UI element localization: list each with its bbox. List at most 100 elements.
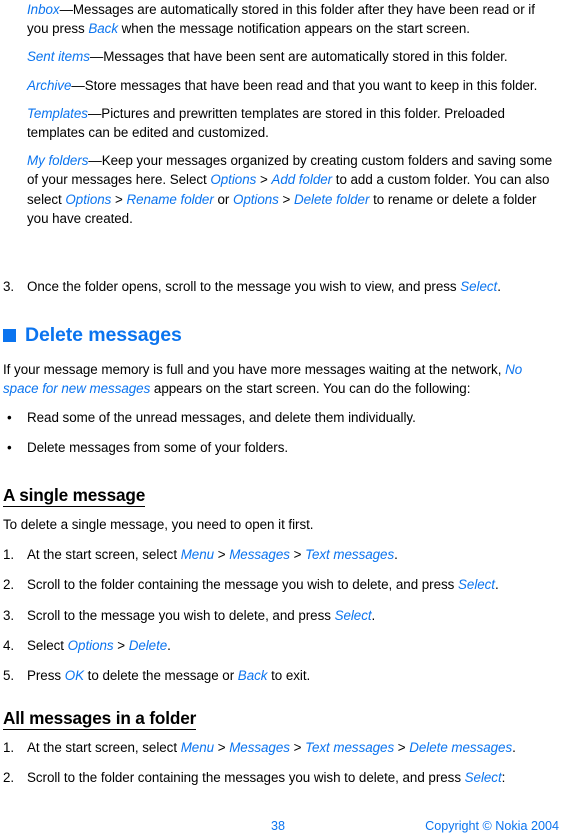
folder-definitions-block: Inbox—Messages are automatically stored … xyxy=(3,0,559,228)
numbered-list-all-messages: 1. At the start screen, select Menu > Mes… xyxy=(3,738,559,787)
all-messages-folder-body: 1. At the start screen, select Menu > Mes… xyxy=(3,738,559,787)
definition-text: Store messages that have been read and t… xyxy=(84,77,538,93)
ui-term-select: Select xyxy=(334,607,372,623)
list-marker: 3. xyxy=(3,279,15,294)
page-footer: 38 Copyright © Nokia 2004 xyxy=(0,818,562,838)
list-marker: 5. xyxy=(3,668,15,684)
section-title: A single message xyxy=(3,485,146,507)
definition-dash: — xyxy=(71,77,85,93)
page-title: Delete messages xyxy=(25,324,182,346)
definition-my-folders: My folders—Keep your messages organized … xyxy=(3,151,559,228)
ui-term-delete-folder: Delete folder xyxy=(293,191,370,207)
bullet-text: Delete messages from some of your folder… xyxy=(27,440,289,456)
intro-text: If your message memory is full and you h… xyxy=(3,362,506,377)
definition-text-tail: when the message notification appears on… xyxy=(117,21,470,37)
document-page: Inbox—Messages are automatically stored … xyxy=(0,0,562,838)
ui-term-messages: Messages xyxy=(229,547,290,563)
step-text: At the start screen, select xyxy=(27,740,181,755)
ui-term-ok: OK xyxy=(64,668,84,684)
list-item: 1. At the start screen, select Menu > Mes… xyxy=(3,738,559,757)
list-item: 1. At the start screen, select Menu > Mes… xyxy=(3,545,559,564)
section-heading-all-messages-in-a-folder: All messages in a folder xyxy=(3,708,559,730)
ui-term-menu: Menu xyxy=(180,740,215,755)
numbered-list-single-message: 1. At the start screen, select Menu > Mes… xyxy=(3,545,559,685)
definition-dash: — xyxy=(88,153,102,169)
ui-term-text-messages: Text messages xyxy=(305,740,395,755)
step-text: Scroll to the folder containing the mess… xyxy=(27,577,459,593)
ui-term-options: Options xyxy=(232,191,279,207)
definition-archive: Archive—Store messages that have been re… xyxy=(3,76,559,95)
step-text-tail: . xyxy=(167,637,171,653)
list-item: 2. Scroll to the folder containing the me… xyxy=(3,768,559,787)
list-marker: 1. xyxy=(3,547,15,563)
step-text: At the start screen, select xyxy=(27,547,181,563)
list-item: 3. Once the folder opens, scroll to the m… xyxy=(3,277,559,296)
bullet-text: Read some of the unread messages, and de… xyxy=(27,410,416,425)
ui-term-delete: Delete xyxy=(128,637,168,653)
list-marker: 1. xyxy=(3,740,15,755)
list-item: • Delete messages from some of your folde… xyxy=(3,438,559,457)
menu-separator: > xyxy=(113,637,129,653)
ui-term-text-messages: Text messages xyxy=(305,547,395,563)
ui-term-select: Select xyxy=(458,577,495,593)
step-text-tail: . xyxy=(371,607,376,623)
list-item: 3. Scroll to the message you wish to dele… xyxy=(3,606,559,625)
list-marker: 2. xyxy=(3,577,15,593)
ui-term-my-folders: My folders xyxy=(27,153,89,169)
ui-term-options: Options xyxy=(65,191,112,207)
menu-separator: > xyxy=(394,740,410,755)
step-text-tail: : xyxy=(501,770,506,786)
lead-paragraph: To delete a single message, you need to … xyxy=(3,517,314,532)
list-item: 4. Select Options > Delete. xyxy=(3,636,559,655)
step-text-tail: . xyxy=(497,279,501,294)
ui-term-options: Options xyxy=(67,637,114,653)
list-marker: 3. xyxy=(3,607,15,623)
step-text: Select xyxy=(27,637,68,653)
definition-text: or xyxy=(213,191,233,207)
list-item: 2. Scroll to the folder containing the me… xyxy=(3,575,559,594)
bullet-list: • Read some of the unread messages, and d… xyxy=(3,408,559,457)
ui-term-add-folder: Add folder xyxy=(271,172,333,188)
step-text: Scroll to the message you wish to delete… xyxy=(27,607,335,623)
step-text: Scroll to the folder containing the mess… xyxy=(27,770,465,786)
menu-separator: > xyxy=(278,191,294,207)
definition-dash: — xyxy=(89,49,104,65)
menu-separator: > xyxy=(214,740,230,755)
definition-templates: Templates—Pictures and prewritten templa… xyxy=(3,104,559,142)
list-marker: 4. xyxy=(3,637,15,653)
bullet-dot-icon: • xyxy=(7,439,12,455)
list-item: 5. Press OK to delete the message or Back… xyxy=(3,666,559,685)
list-item: • Read some of the unread messages, and d… xyxy=(3,408,559,427)
ui-term-select: Select xyxy=(460,279,498,294)
definition-dash: — xyxy=(87,105,102,121)
intro-text-tail: appears on the start screen. You can do … xyxy=(150,381,471,397)
step-text-tail: to exit. xyxy=(267,668,311,684)
ui-term-menu: Menu xyxy=(180,547,215,563)
step-text-tail: . xyxy=(394,547,398,563)
step-text: Press xyxy=(27,668,65,684)
step-text-tail: . xyxy=(495,577,499,593)
section-title: All messages in a folder xyxy=(3,708,197,730)
ui-term-sent-items: Sent items xyxy=(27,49,90,65)
menu-separator: > xyxy=(111,191,127,207)
ui-term-delete-messages: Delete messages xyxy=(409,740,513,755)
menu-separator: > xyxy=(289,740,306,755)
ui-term-back: Back xyxy=(237,668,268,684)
list-marker: 2. xyxy=(3,770,15,786)
single-message-body: To delete a single message, you need to … xyxy=(3,515,559,685)
ui-term-rename-folder: Rename folder xyxy=(126,191,214,207)
step-text: Once the folder opens, scroll to the mes… xyxy=(27,279,461,294)
ui-term-select: Select xyxy=(464,770,502,786)
definition-dash: — xyxy=(59,2,73,17)
ui-term-options: Options xyxy=(210,172,257,188)
ui-term-templates: Templates xyxy=(27,105,88,121)
intro-paragraph-block: If your message memory is full and you h… xyxy=(3,360,559,398)
section-heading-single-message: A single message xyxy=(3,485,559,507)
square-bullet-icon xyxy=(3,329,16,342)
heading-row: Delete messages xyxy=(3,324,559,346)
bullet-dot-icon: • xyxy=(7,409,12,425)
ui-term-inbox: Inbox xyxy=(27,2,60,17)
step-text-tail: . xyxy=(512,740,516,755)
step-text-mid: to delete the message or xyxy=(84,668,238,684)
ui-term-messages: Messages xyxy=(229,740,290,755)
